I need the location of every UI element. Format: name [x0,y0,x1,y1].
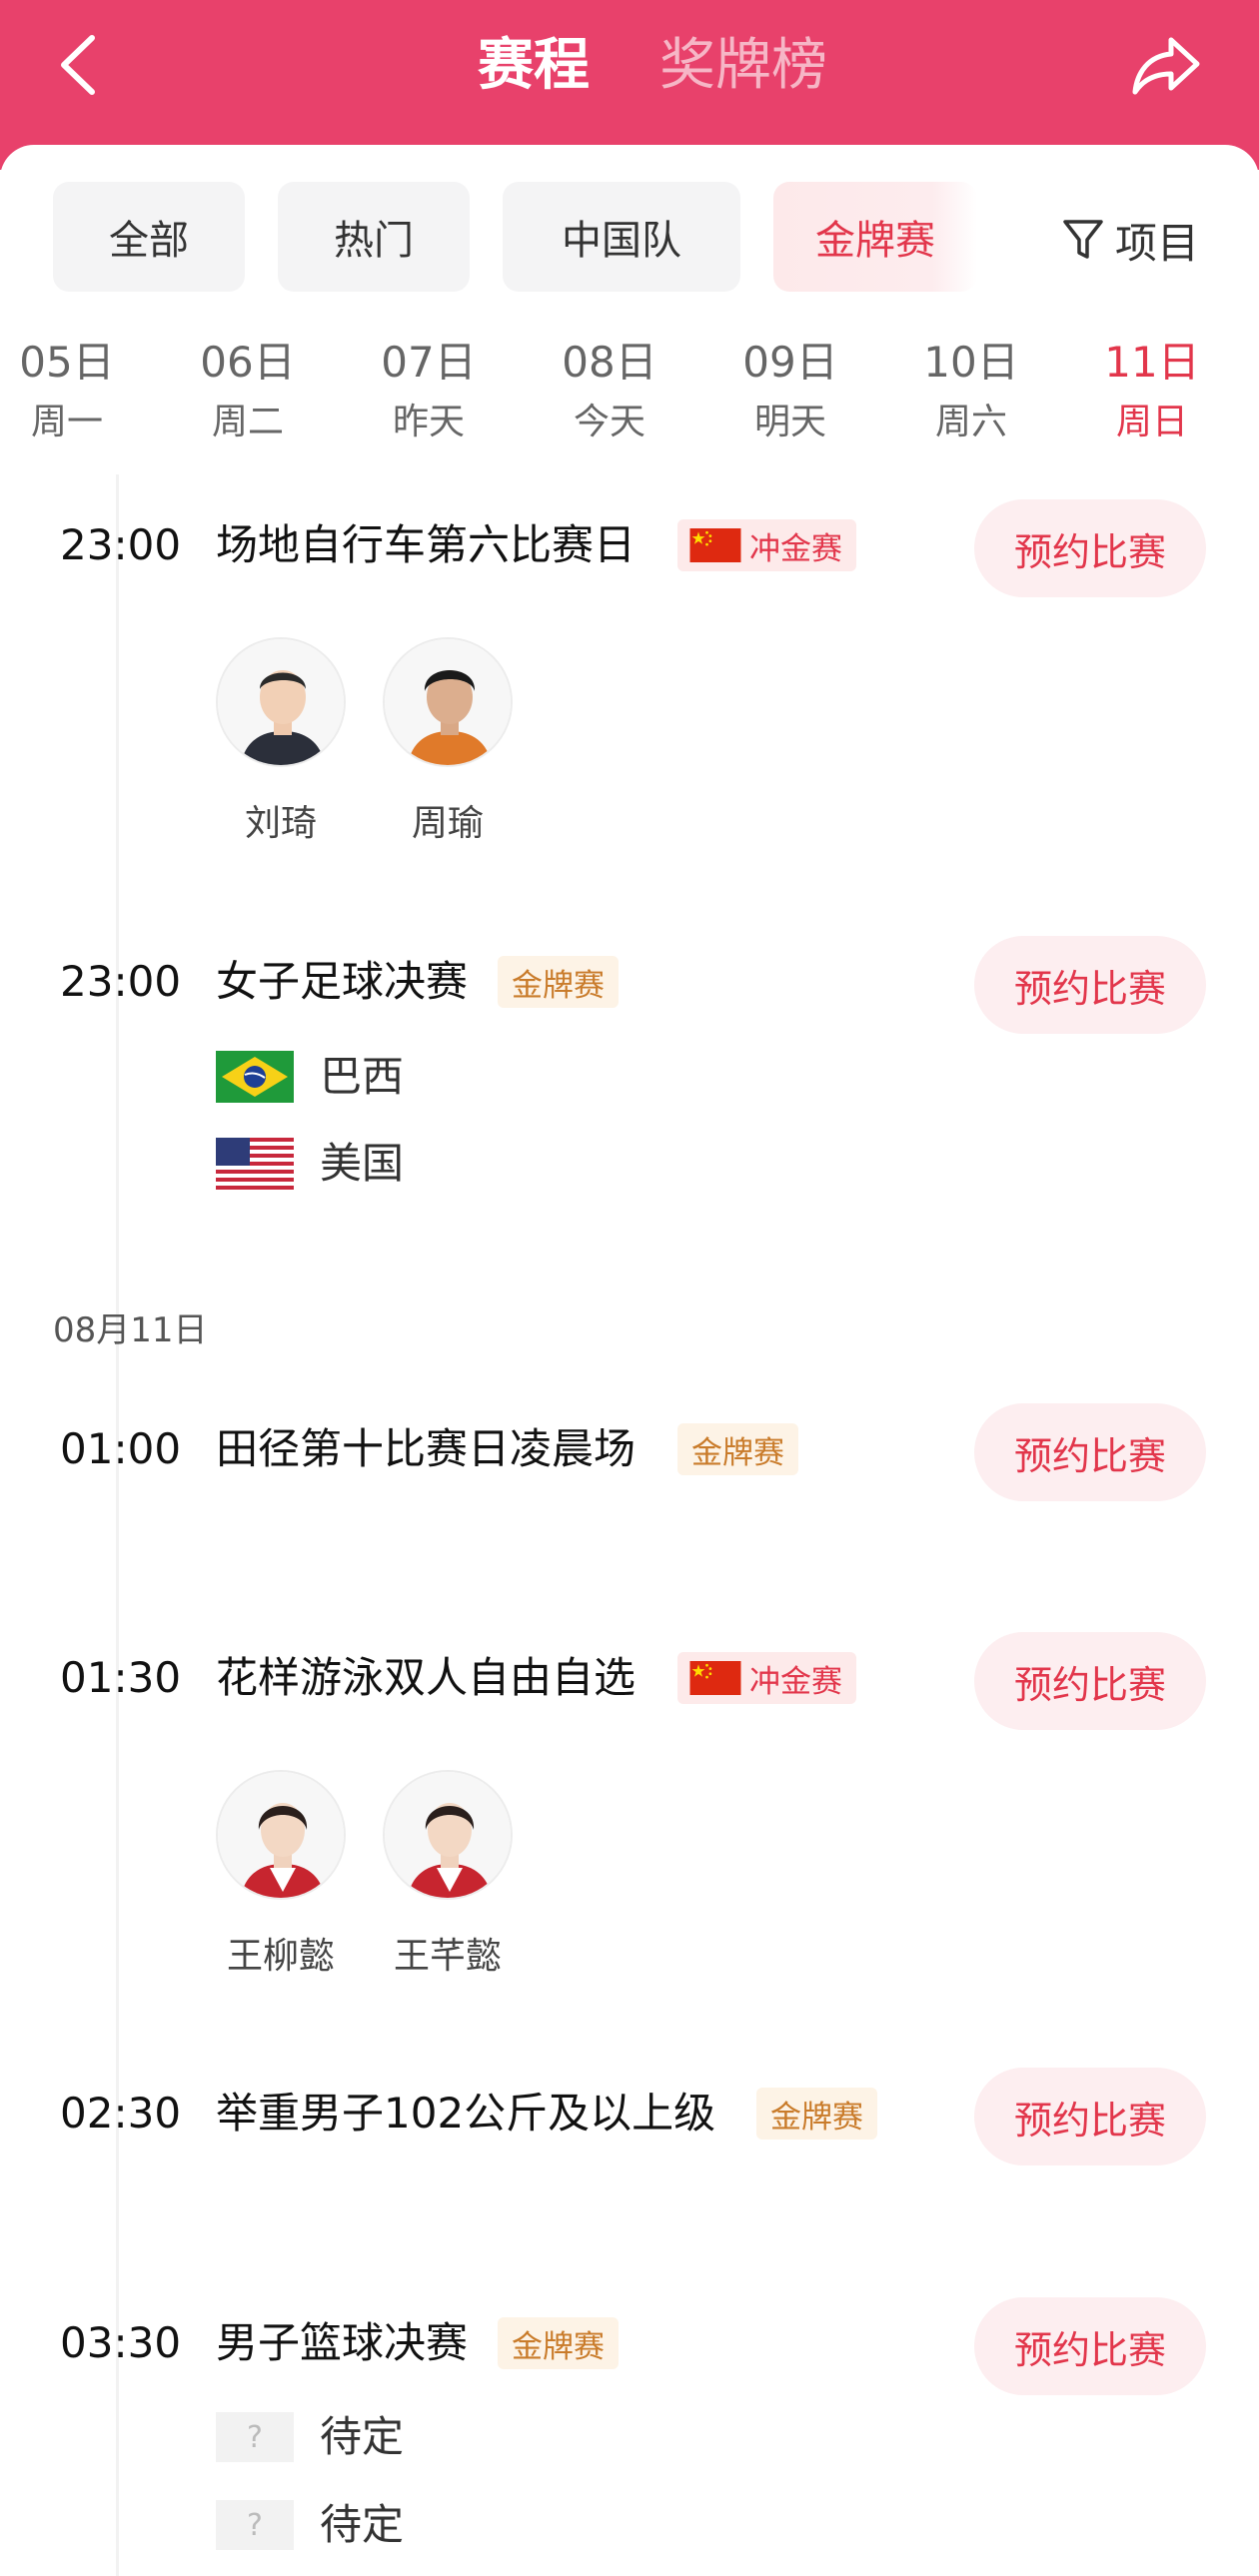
section-date-label: 08月11日 [53,1310,208,1350]
filter-chip-gold-medal[interactable]: 金牌赛 [773,182,977,292]
event-time: 23:00 [60,520,182,569]
brazil-flag-icon [216,1051,294,1103]
event-time: 03:30 [60,2318,182,2367]
team-name: 待定 [320,2412,405,2461]
badge-label: 冲金赛 [749,530,842,567]
athlete-photo [218,639,344,765]
date-weekday: 周日 [1115,402,1188,442]
event-time: 23:00 [60,957,182,1006]
unknown-team-icon: ? [216,2500,294,2550]
date-weekday: 周二 [211,402,284,442]
athlete-photo [218,1772,344,1898]
share-button[interactable] [1129,30,1205,100]
filter-chip-hot[interactable]: 热门 [278,182,470,292]
date-weekday: 周一 [30,402,103,442]
date-day: 10日 [923,338,1019,387]
athlete-name: 王柳懿 [226,1936,335,1977]
gold-medal-badge: 金牌赛 [498,956,619,1008]
date-day: 05日 [19,338,115,387]
back-arrow-icon [61,35,95,95]
athlete-name: 王芊懿 [393,1936,502,1977]
filter-chip-china-team[interactable]: 中国队 [503,182,740,292]
china-flag-icon [689,528,741,562]
date-item[interactable]: 05日 周一 [0,335,137,450]
date-weekday: 周六 [934,402,1007,442]
event-time: 01:00 [60,1424,182,1473]
back-button[interactable] [52,30,112,100]
reserve-match-button[interactable]: 预约比赛 [974,1632,1206,1730]
tab-schedule[interactable]: 赛程 [478,30,590,102]
event-title: 田径第十比赛日凌晨场 [216,1424,636,1473]
project-filter-label: 项目 [1115,218,1200,268]
date-item[interactable]: 07日 昨天 [359,335,499,450]
date-item[interactable]: 08日 今天 [540,335,679,450]
filter-funnel-icon [1063,220,1103,259]
usa-flag-icon [216,1138,294,1190]
team-name: 巴西 [320,1052,405,1101]
timeline-line [116,474,119,2576]
filter-chip-all[interactable]: 全部 [53,182,245,292]
team-name: 待定 [320,2500,405,2549]
event-title: 女子足球决赛 [216,957,469,1006]
chong-jin-badge: 冲金赛 [677,1652,856,1704]
date-item[interactable]: 06日 周二 [178,335,318,450]
athlete-photo [385,639,511,765]
athlete-avatar[interactable] [383,1770,513,1900]
date-day: 09日 [742,338,838,387]
event-title: 举重男子102公斤及以上级 [216,2089,716,2138]
chong-jin-badge: 冲金赛 [677,519,856,571]
event-title: 男子篮球决赛 [216,2318,469,2367]
event-time: 01:30 [60,1653,182,1702]
athlete-avatar[interactable] [216,1770,346,1900]
date-day: 08日 [562,338,657,387]
date-weekday: 昨天 [392,402,465,442]
reserve-match-button[interactable]: 预约比赛 [974,1403,1206,1501]
reserve-match-button[interactable]: 预约比赛 [974,499,1206,597]
date-item[interactable]: 10日 周六 [901,335,1041,450]
unknown-team-icon: ? [216,2412,294,2462]
date-day: 07日 [381,338,477,387]
date-day: 11日 [1104,338,1200,387]
athlete-avatar[interactable] [383,637,513,767]
china-flag-icon [689,1661,741,1695]
share-icon [1132,37,1200,95]
athlete-name: 周瑜 [411,803,484,844]
gold-medal-badge: 金牌赛 [498,2317,619,2369]
reserve-match-button[interactable]: 预约比赛 [974,2068,1206,2165]
reserve-match-button[interactable]: 预约比赛 [974,936,1206,1034]
team-name: 美国 [320,1139,405,1188]
reserve-match-button[interactable]: 预约比赛 [974,2297,1206,2395]
gold-medal-badge: 金牌赛 [677,1423,798,1475]
athlete-name: 刘琦 [244,803,317,844]
date-item[interactable]: 09日 明天 [720,335,860,450]
date-weekday: 今天 [573,402,645,442]
gold-medal-badge: 金牌赛 [756,2088,877,2140]
event-title: 花样游泳双人自由自选 [216,1653,636,1702]
event-time: 02:30 [60,2089,182,2138]
athlete-avatar[interactable] [216,637,346,767]
date-weekday: 明天 [753,402,826,442]
badge-label: 冲金赛 [749,1663,842,1700]
project-filter-button[interactable]: 项目 [1061,208,1199,272]
event-title: 场地自行车第六比赛日 [216,520,636,569]
tab-medal-table[interactable]: 奖牌榜 [659,30,827,102]
date-day: 06日 [200,338,296,387]
date-item-selected[interactable]: 11日 周日 [1082,335,1222,450]
athlete-photo [385,1772,511,1898]
